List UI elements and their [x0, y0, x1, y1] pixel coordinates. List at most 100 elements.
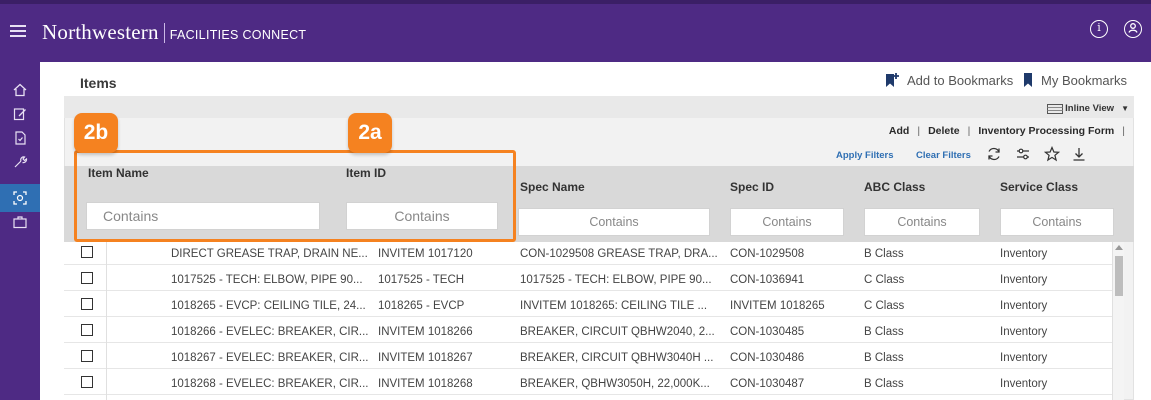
- cell-spec-id: INVITEM 1018265: [730, 300, 825, 312]
- brand-divider: [163, 22, 165, 43]
- action-divider: |: [917, 125, 921, 137]
- chevron-down-icon: ▼: [1121, 104, 1129, 113]
- cell-spec-name: BREAKER, CIRCUIT QBHW2040, 2...: [520, 326, 715, 338]
- inventory-processing-form-button[interactable]: Inventory Processing Form: [978, 125, 1114, 137]
- callout-highlight-box: [74, 150, 516, 242]
- cell-abc-class: B Class: [864, 248, 904, 260]
- cell-item-name: 1018267 - EVELEC: BREAKER, CIR...: [171, 352, 369, 364]
- table-row[interactable]: DIRECT GREASE TRAP, DRAIN NE... INVITEM …: [64, 242, 1112, 265]
- cell-spec-name: INVITEM 1018265: CEILING TILE ...: [520, 300, 708, 312]
- bookmark-icon: [1024, 73, 1032, 87]
- info-icon[interactable]: i: [1090, 20, 1108, 38]
- inline-view-label: Inline View: [1065, 103, 1115, 114]
- cell-spec-name: BREAKER, QBHW3050H, 22,000K...: [520, 378, 710, 390]
- table-row[interactable]: 1017525 - TECH: ELBOW, PIPE 90... 101752…: [64, 268, 1112, 291]
- add-bookmark-icon: [886, 73, 899, 87]
- briefcase-icon[interactable]: [0, 208, 40, 236]
- page-title: Items: [80, 75, 117, 91]
- callout-badge-2a: 2a: [348, 113, 392, 153]
- user-account-icon[interactable]: [1124, 20, 1142, 38]
- clear-filters-link[interactable]: Clear Filters: [916, 150, 971, 161]
- grid-scrollbar[interactable]: [1112, 242, 1124, 400]
- row-checkbox[interactable]: [81, 324, 93, 336]
- cell-item-id: INVITEM 1018266: [378, 326, 473, 338]
- cell-item-name: 1017525 - TECH: ELBOW, PIPE 90...: [171, 274, 363, 286]
- row-checkbox[interactable]: [81, 272, 93, 284]
- cell-abc-class: C Class: [864, 300, 905, 312]
- delete-button[interactable]: Delete: [928, 125, 960, 137]
- cell-abc-class: B Class: [864, 378, 904, 390]
- cell-abc-class: B Class: [864, 326, 904, 338]
- my-bookmarks-label: My Bookmarks: [1041, 72, 1127, 88]
- cell-item-name: 1018268 - EVELEC: BREAKER, CIR...: [171, 378, 369, 390]
- sidebar: [0, 62, 40, 400]
- cell-item-id: INVITEM 1017120: [378, 248, 473, 260]
- spec-id-filter-input[interactable]: Contains: [730, 208, 844, 236]
- cell-item-name: 1018265 - EVCP: CEILING TILE, 24...: [171, 300, 366, 312]
- cell-service-class: Inventory: [1000, 248, 1048, 260]
- cell-spec-id: CON-1030486: [730, 352, 805, 364]
- inline-view-select[interactable]: Inline View ▼: [1047, 103, 1129, 114]
- scroll-up-arrow-icon[interactable]: [1115, 245, 1123, 250]
- add-to-bookmarks-link[interactable]: Add to Bookmarks: [882, 72, 1013, 88]
- cell-service-class: Inventory: [1000, 274, 1048, 286]
- row-checkbox[interactable]: [81, 350, 93, 362]
- action-divider: |: [967, 125, 971, 137]
- cell-spec-name: CON-1029508 GREASE TRAP, DRA...: [520, 248, 718, 260]
- row-checkbox[interactable]: [81, 298, 93, 310]
- cell-spec-id: CON-1030485: [730, 326, 805, 338]
- cell-item-name: 1018266 - EVELEC: BREAKER, CIR...: [171, 326, 369, 338]
- cell-service-class: Inventory: [1000, 378, 1048, 390]
- cell-service-class: Inventory: [1000, 352, 1048, 364]
- callout-badge-2b: 2b: [74, 113, 118, 153]
- refresh-icon[interactable]: [986, 146, 1002, 162]
- table-row[interactable]: 1018268 - EVELEC: BREAKER, CIR... INVITE…: [64, 372, 1112, 395]
- brand-logo[interactable]: Northwestern FACILITIES CONNECT: [42, 20, 306, 45]
- table-row[interactable]: 1018267 - EVELEC: BREAKER, CIR... INVITE…: [64, 346, 1112, 369]
- add-to-bookmarks-label: Add to Bookmarks: [907, 72, 1014, 88]
- table-row[interactable]: 1018266 - EVELEC: BREAKER, CIR... INVITE…: [64, 320, 1112, 343]
- my-bookmarks-link[interactable]: My Bookmarks: [1022, 72, 1127, 88]
- row-checkbox[interactable]: [81, 246, 93, 258]
- action-bar: Add | Delete | Inventory Processing Form…: [889, 125, 1133, 137]
- cell-item-id: 1018265 - EVCP: [378, 300, 465, 312]
- cell-spec-name: 1017525 - TECH: ELBOW, PIPE 90...: [520, 274, 712, 286]
- cell-abc-class: C Class: [864, 274, 905, 286]
- row-checkbox[interactable]: [81, 376, 93, 388]
- apply-filters-link[interactable]: Apply Filters: [836, 150, 894, 161]
- table-row[interactable]: 1018265 - EVCP: CEILING TILE, 24... 1018…: [64, 294, 1112, 317]
- download-icon[interactable]: [1071, 146, 1087, 162]
- cell-item-name: DIRECT GREASE TRAP, DRAIN NE...: [171, 248, 368, 260]
- spec-name-filter-input[interactable]: Contains: [518, 208, 710, 236]
- scrollbar-thumb[interactable]: [1115, 256, 1123, 296]
- abc-class-filter-input[interactable]: Contains: [864, 208, 980, 236]
- cell-spec-name: BREAKER, CIRCUIT QBHW3040H ...: [520, 352, 714, 364]
- star-icon[interactable]: [1044, 146, 1060, 162]
- action-divider: |: [1122, 125, 1125, 137]
- cell-item-id: INVITEM 1018267: [378, 352, 473, 364]
- column-divider: [106, 242, 107, 400]
- column-header-spec-name[interactable]: Spec Name: [520, 180, 585, 194]
- table-view-icon: [1047, 103, 1064, 114]
- add-button[interactable]: Add: [889, 125, 909, 137]
- brand-main: Northwestern: [42, 20, 159, 44]
- cell-abc-class: B Class: [864, 352, 904, 364]
- cell-spec-id: CON-1030487: [730, 378, 805, 390]
- cell-item-id: 1017525 - TECH: [378, 274, 465, 286]
- top-bar: Northwestern FACILITIES CONNECT i: [0, 0, 1151, 62]
- brand-sub: FACILITIES CONNECT: [169, 28, 307, 42]
- cell-spec-id: CON-1029508: [730, 248, 805, 260]
- column-header-service-class[interactable]: Service Class: [1000, 180, 1078, 194]
- settings-sliders-icon[interactable]: [1015, 146, 1031, 162]
- cell-item-id: INVITEM 1018268: [378, 378, 473, 390]
- cell-service-class: Inventory: [1000, 326, 1048, 338]
- items-grid: DIRECT GREASE TRAP, DRAIN NE... INVITEM …: [64, 242, 1112, 400]
- cell-spec-id: CON-1036941: [730, 274, 805, 286]
- column-header-spec-id[interactable]: Spec ID: [730, 180, 774, 194]
- service-class-filter-input[interactable]: Contains: [1000, 208, 1114, 236]
- wrench-icon[interactable]: [0, 148, 40, 176]
- column-header-abc-class[interactable]: ABC Class: [864, 180, 925, 194]
- cell-service-class: Inventory: [1000, 300, 1048, 312]
- panel-toolbar: [64, 96, 1134, 118]
- hamburger-menu-icon[interactable]: [10, 22, 26, 42]
